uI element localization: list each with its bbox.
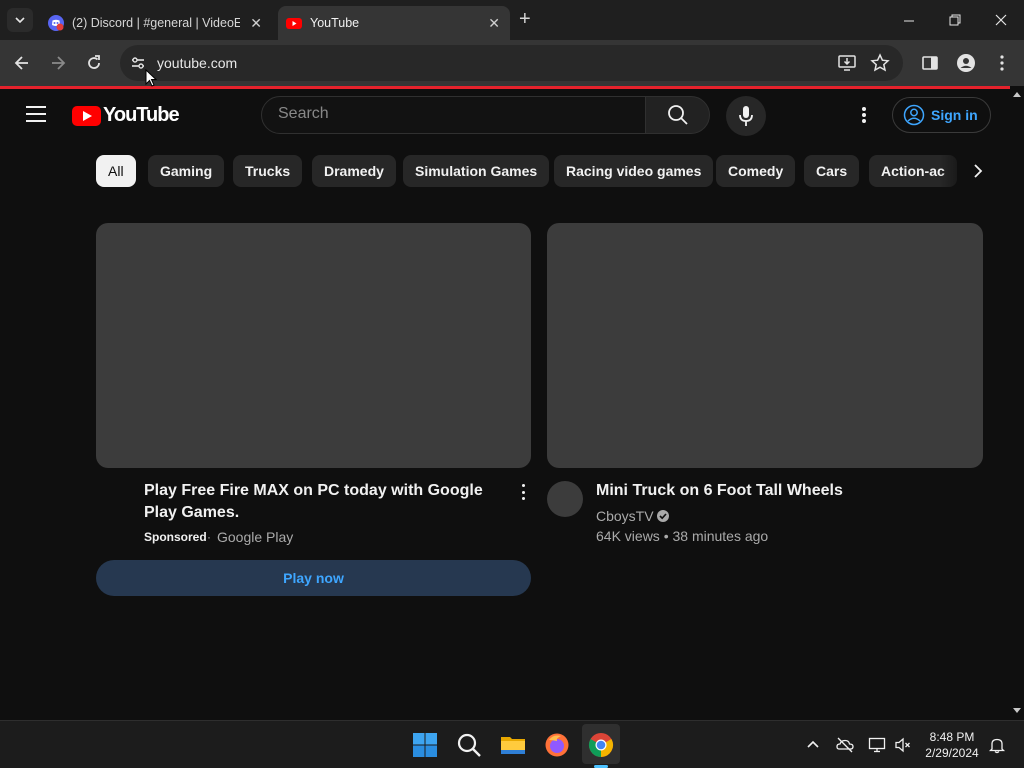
youtube-play-logo-icon — [72, 105, 101, 126]
install-app-icon[interactable] — [837, 53, 857, 73]
microphone-icon — [739, 106, 753, 126]
search-icon[interactable] — [456, 732, 482, 758]
tab-search-button[interactable] — [7, 8, 33, 32]
sign-in-label: Sign in — [931, 107, 978, 123]
chevron-down-icon — [15, 17, 25, 23]
youtube-logo-text: YouTube — [103, 104, 180, 126]
verified-check-icon — [657, 510, 669, 522]
video-title[interactable]: Mini Truck on 6 Foot Tall Wheels — [596, 480, 976, 502]
youtube-favicon-icon — [286, 18, 302, 29]
search-button[interactable] — [645, 96, 710, 134]
chip-simulation-games[interactable]: Simulation Games — [403, 155, 550, 187]
restore-icon[interactable] — [949, 14, 961, 26]
sponsored-label: Sponsored — [144, 530, 207, 544]
search-input[interactable] — [278, 105, 628, 123]
account-circle-icon — [903, 104, 925, 126]
discord-favicon-icon — [48, 15, 64, 31]
chip-scroll-right-button[interactable] — [966, 159, 990, 183]
video-thumbnail[interactable] — [547, 223, 983, 468]
windows-start-icon[interactable] — [412, 732, 438, 758]
chip-gaming[interactable]: Gaming — [148, 155, 225, 187]
mouse-cursor-icon — [145, 69, 157, 87]
search-icon — [667, 105, 688, 125]
hamburger-menu-icon[interactable] — [26, 106, 46, 122]
chip-racing-video-games[interactable]: Racing video games — [554, 155, 714, 187]
scroll-down-arrow-icon[interactable] — [1013, 708, 1021, 713]
firefox-icon[interactable] — [544, 732, 570, 758]
tab-title: (2) Discord | #general | VideoEd — [72, 16, 240, 30]
channel-name[interactable]: CboysTV — [596, 508, 654, 524]
chip-all[interactable]: All — [96, 155, 136, 187]
channel-avatar[interactable] — [547, 481, 583, 517]
close-tab-icon[interactable]: ✕ — [488, 15, 500, 32]
category-chip-bar: All Gaming Trucks Dramedy Simulation Gam… — [96, 155, 976, 187]
tab-youtube[interactable]: YouTube ✕ — [278, 6, 510, 40]
volume-muted-icon[interactable] — [894, 736, 912, 754]
search-box — [261, 96, 646, 134]
play-now-button[interactable]: Play now — [96, 560, 531, 596]
chip-dramedy[interactable]: Dramedy — [312, 155, 396, 187]
side-panel-icon[interactable] — [920, 53, 940, 73]
onedrive-offline-icon[interactable] — [836, 736, 854, 754]
ad-more-options-icon[interactable] — [518, 484, 528, 500]
back-arrow-icon[interactable] — [12, 53, 32, 73]
browser-menu-icon[interactable] — [992, 53, 1012, 73]
chevron-up-icon[interactable] — [804, 736, 822, 754]
settings-more-icon[interactable] — [854, 104, 874, 126]
clock-date: 2/29/2024 — [925, 746, 979, 760]
youtube-header: YouTube Sign in — [0, 89, 1010, 141]
system-clock[interactable]: 8:48 PM 2/29/2024 — [920, 729, 984, 761]
close-tab-icon[interactable]: ✕ — [250, 15, 262, 32]
bookmark-star-icon[interactable] — [870, 53, 890, 73]
url-text[interactable]: youtube.com — [157, 55, 237, 71]
address-bar[interactable]: youtube.com — [120, 45, 903, 81]
video-stats: 64K views • 38 minutes ago — [596, 528, 769, 544]
meta-separator: · — [207, 530, 211, 544]
page-scrollbar[interactable] — [1010, 86, 1024, 720]
minimize-icon[interactable] — [903, 15, 915, 27]
tab-discord[interactable]: (2) Discord | #general | VideoEd ✕ — [40, 6, 272, 40]
chrome-icon[interactable] — [588, 732, 614, 758]
ad-thumbnail[interactable] — [96, 223, 531, 468]
notification-bell-icon[interactable] — [988, 736, 1006, 754]
scroll-up-arrow-icon[interactable] — [1013, 92, 1021, 97]
windows-taskbar: 8:48 PM 2/29/2024 — [0, 720, 1024, 768]
chip-cars[interactable]: Cars — [804, 155, 860, 187]
profile-icon[interactable] — [956, 53, 976, 73]
new-tab-button[interactable]: + — [519, 9, 531, 29]
chip-trucks[interactable]: Trucks — [233, 155, 303, 187]
clock-time: 8:48 PM — [929, 730, 975, 744]
close-window-icon[interactable] — [995, 14, 1007, 26]
advertiser-name: Google Play — [217, 529, 294, 545]
file-explorer-icon[interactable] — [500, 732, 526, 758]
browser-tab-strip: (2) Discord | #general | VideoEd ✕ YouTu… — [0, 0, 1024, 40]
voice-search-button[interactable] — [726, 96, 766, 136]
chevron-right-icon — [974, 164, 983, 178]
ad-title[interactable]: Play Free Fire MAX on PC today with Goog… — [144, 480, 504, 524]
reload-icon[interactable] — [84, 53, 104, 73]
sign-in-button[interactable]: Sign in — [892, 97, 991, 133]
tab-title: YouTube — [310, 16, 360, 30]
chip-comedy[interactable]: Comedy — [716, 155, 796, 187]
forward-arrow-icon[interactable] — [48, 53, 68, 73]
youtube-logo[interactable]: YouTube — [72, 104, 180, 127]
network-icon[interactable] — [868, 736, 886, 754]
